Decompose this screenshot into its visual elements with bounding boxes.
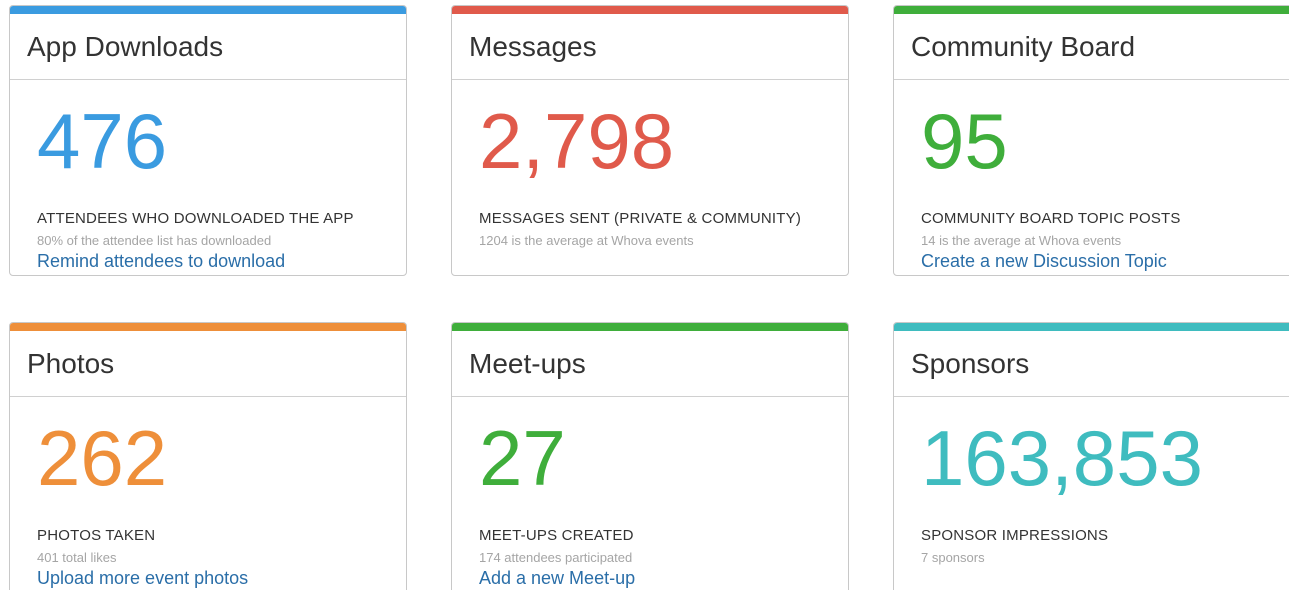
create-discussion-topic-link[interactable]: Create a new Discussion Topic [921, 251, 1167, 272]
card-header: Photos [10, 331, 406, 397]
card-body: 163,853 SPONSOR IMPRESSIONS 7 sponsors [894, 397, 1289, 565]
metric-value: 27 [479, 414, 566, 502]
card-header: App Downloads [10, 14, 406, 80]
card-community-board: Community Board 95 COMMUNITY BOARD TOPIC… [893, 5, 1289, 276]
metric-label: COMMUNITY BOARD TOPIC POSTS [921, 210, 1181, 227]
metric-subtext: 174 attendees participated [479, 550, 633, 565]
metric-value: 163,853 [921, 414, 1203, 502]
card-accent-bar [894, 323, 1289, 331]
remind-attendees-link[interactable]: Remind attendees to download [37, 251, 285, 272]
card-title: App Downloads [27, 30, 224, 62]
metric-label: MESSAGES SENT (PRIVATE & COMMUNITY) [479, 210, 802, 227]
card-accent-bar [10, 323, 406, 331]
card-accent-bar [10, 6, 406, 14]
metric-label: SPONSOR IMPRESSIONS [921, 527, 1109, 544]
card-messages: Messages 2,798 MESSAGES SENT (PRIVATE & … [451, 5, 849, 276]
metric-label: MEET-UPS CREATED [479, 527, 634, 544]
card-title: Meet-ups [469, 347, 586, 379]
card-title: Sponsors [911, 347, 1030, 379]
metric-value: 262 [37, 414, 168, 502]
metric-label: PHOTOS TAKEN [37, 527, 156, 544]
card-photos: Photos 262 PHOTOS TAKEN 401 total likes … [9, 322, 407, 590]
metric-label: ATTENDEES WHO DOWNLOADED THE APP [37, 210, 354, 227]
metric-value: 476 [37, 97, 168, 185]
metric-subtext: 14 is the average at Whova events [921, 233, 1122, 248]
card-sponsors: Sponsors 163,853 SPONSOR IMPRESSIONS 7 s… [893, 322, 1289, 590]
card-body: 476 ATTENDEES WHO DOWNLOADED THE APP 80%… [10, 80, 406, 272]
card-meet-ups: Meet-ups 27 MEET-UPS CREATED 174 attende… [451, 322, 849, 590]
card-body: 27 MEET-UPS CREATED 174 attendees partic… [452, 397, 848, 589]
dashboard-grid: App Downloads 476 ATTENDEES WHO DOWNLOAD… [0, 0, 1289, 590]
card-title: Community Board [911, 30, 1136, 62]
card-accent-bar [452, 6, 848, 14]
card-body: 2,798 MESSAGES SENT (PRIVATE & COMMUNITY… [452, 80, 848, 248]
upload-photos-link[interactable]: Upload more event photos [37, 568, 248, 589]
card-body: 95 COMMUNITY BOARD TOPIC POSTS 14 is the… [894, 80, 1289, 272]
metric-value: 2,798 [479, 97, 675, 185]
metric-value: 95 [921, 97, 1008, 185]
card-app-downloads: App Downloads 476 ATTENDEES WHO DOWNLOAD… [9, 5, 407, 276]
card-title: Photos [27, 347, 115, 379]
metric-subtext: 401 total likes [37, 550, 117, 565]
card-header: Community Board [894, 14, 1289, 80]
metric-subtext: 7 sponsors [921, 550, 985, 565]
card-accent-bar [894, 6, 1289, 14]
card-title: Messages [469, 30, 597, 62]
card-header: Messages [452, 14, 848, 80]
metric-subtext: 1204 is the average at Whova events [479, 233, 694, 248]
card-body: 262 PHOTOS TAKEN 401 total likes Upload … [10, 397, 406, 589]
add-meet-up-link[interactable]: Add a new Meet-up [479, 568, 635, 589]
card-accent-bar [452, 323, 848, 331]
card-header: Sponsors [894, 331, 1289, 397]
metric-subtext: 80% of the attendee list has downloaded [37, 233, 272, 248]
card-header: Meet-ups [452, 331, 848, 397]
